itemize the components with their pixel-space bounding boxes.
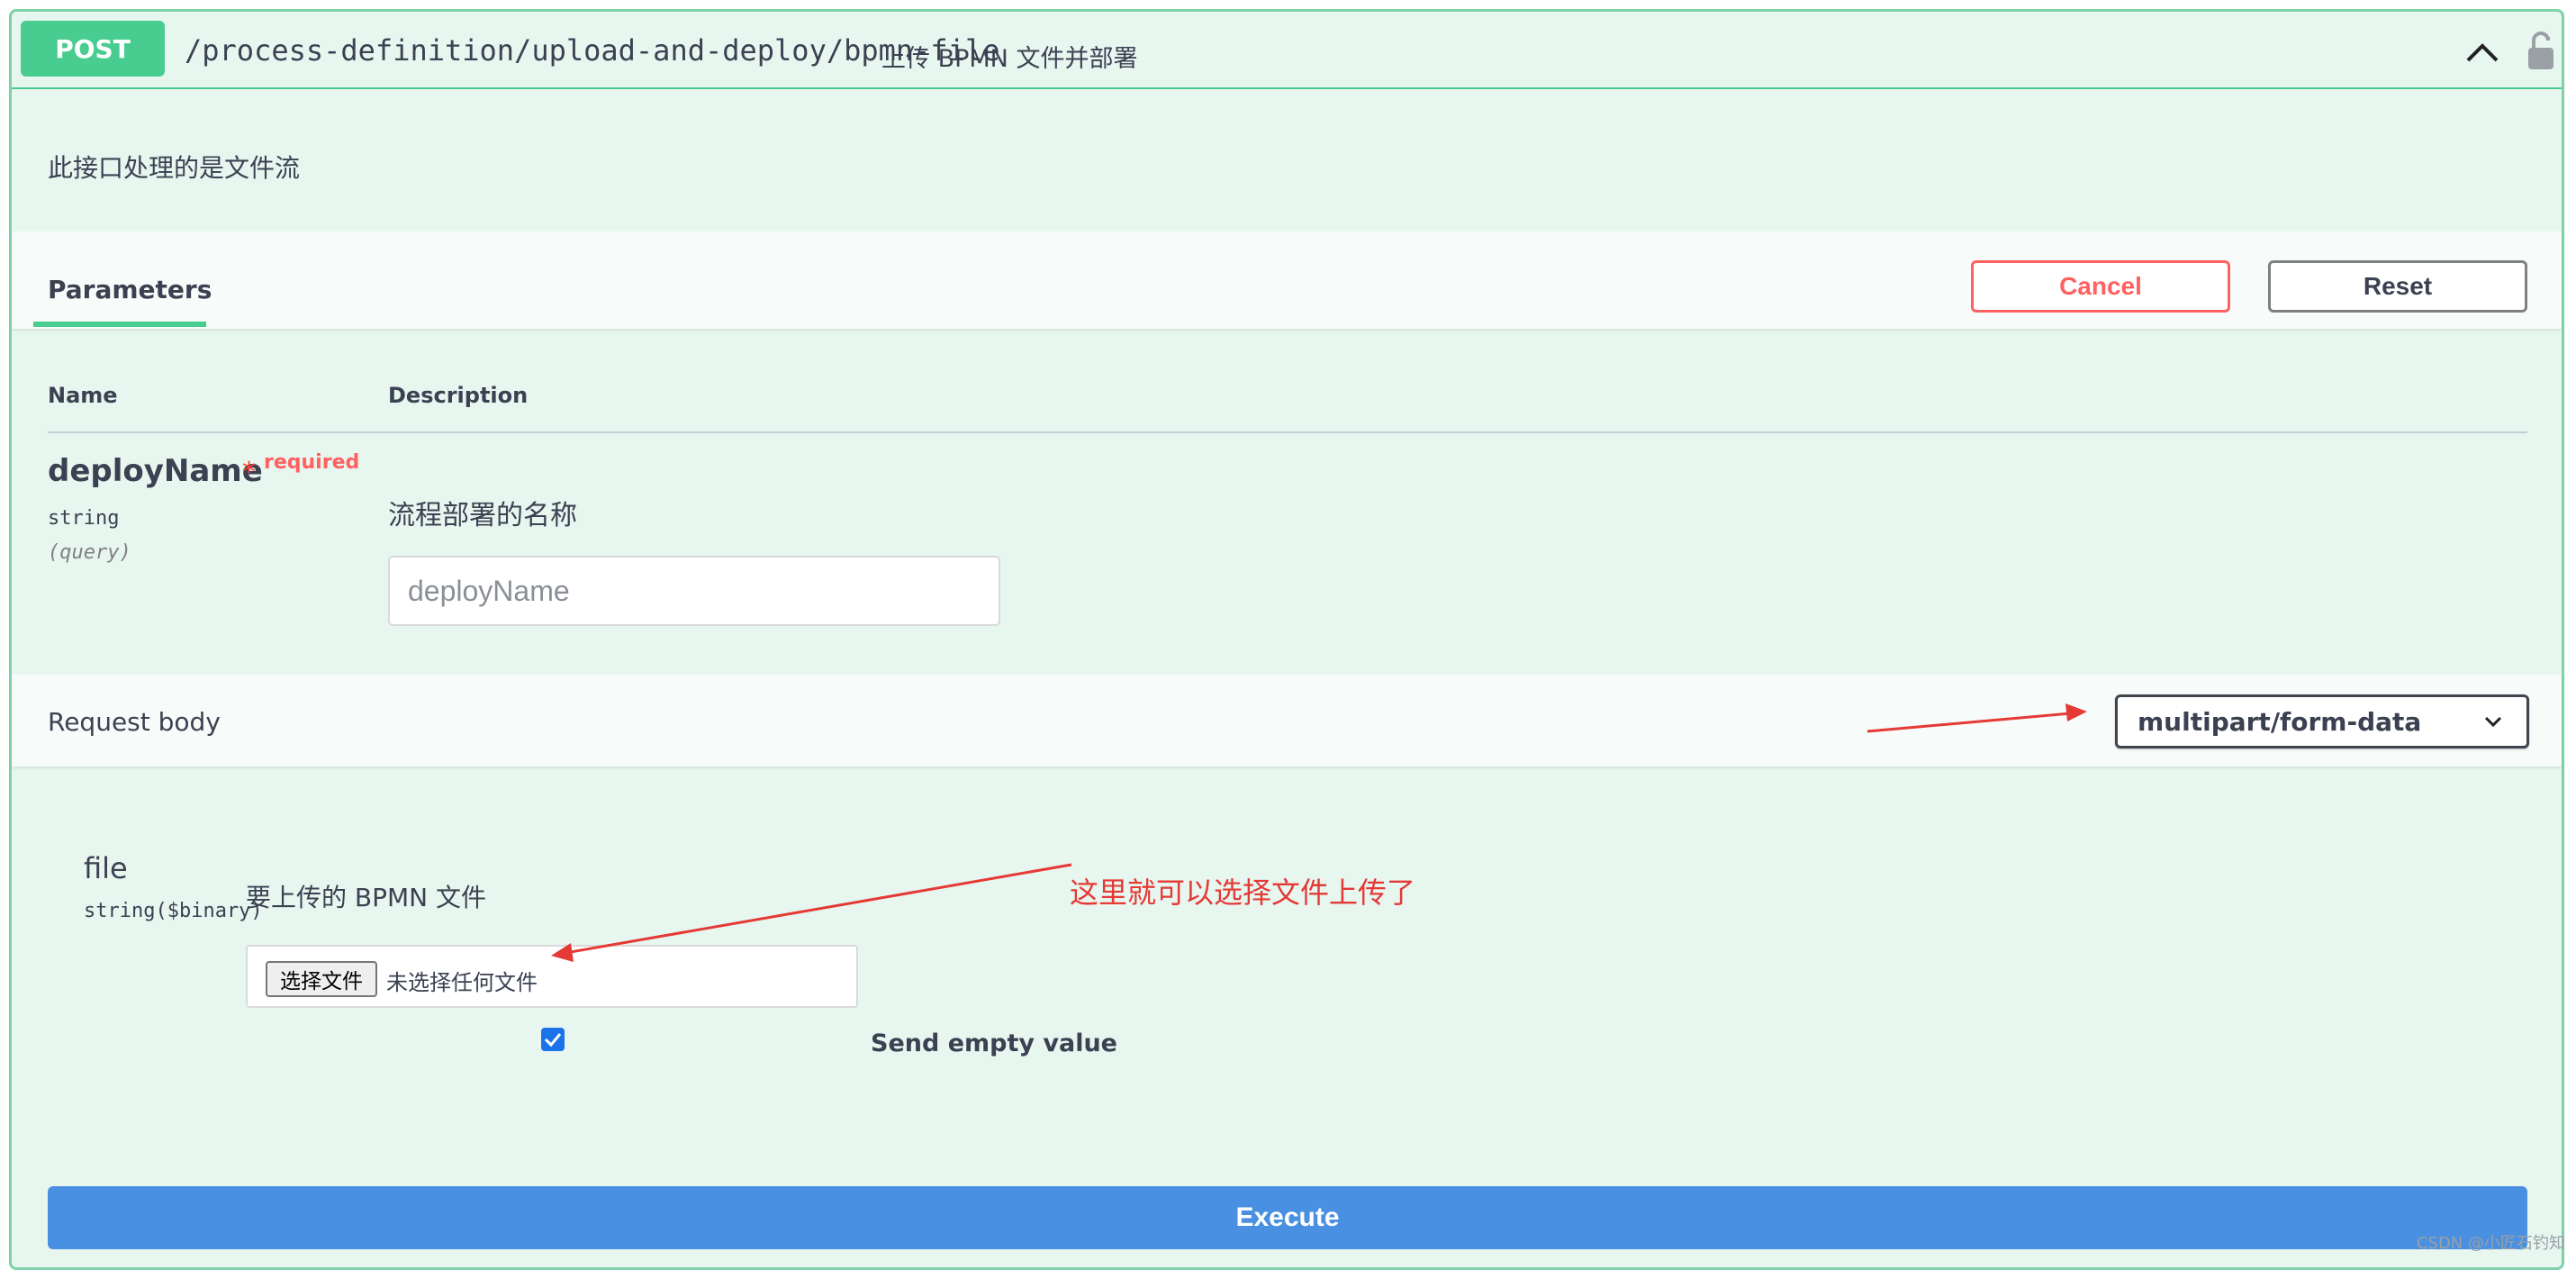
annotation-arrows <box>551 703 2087 962</box>
arrow-to-file-input <box>551 863 1072 962</box>
arrow-to-content-type <box>1866 703 2087 733</box>
annotation-note: 这里就可以选择文件上传了 <box>1070 875 1416 910</box>
watermark: CSDN @小匠石钓知 <box>2416 1234 2565 1253</box>
